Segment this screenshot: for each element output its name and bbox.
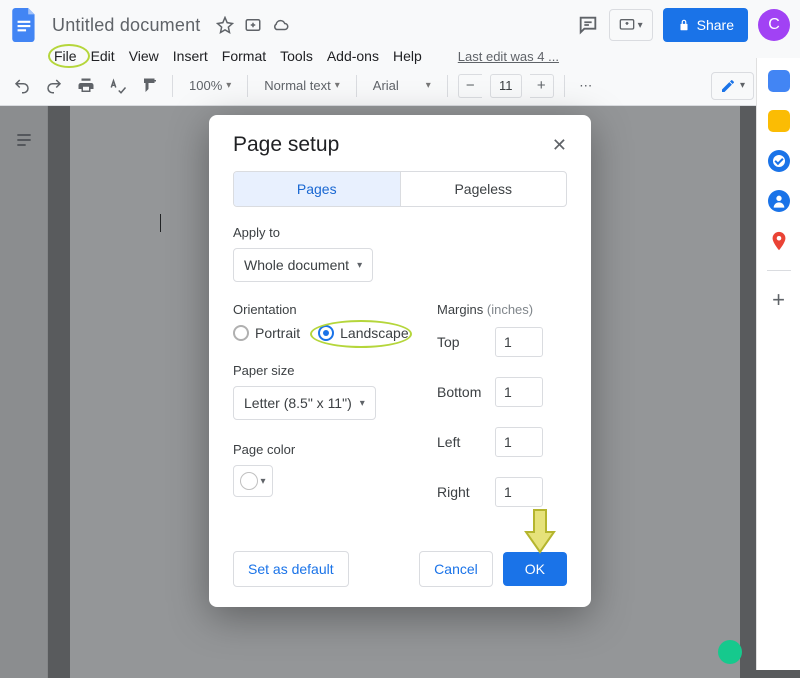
title-bar: Untitled document ▾ Share C — [0, 0, 800, 44]
move-icon[interactable] — [244, 16, 262, 34]
menu-file[interactable]: File — [54, 48, 77, 64]
redo-icon[interactable] — [42, 74, 66, 98]
margin-left-input[interactable] — [495, 427, 543, 457]
apply-to-dropdown[interactable]: Whole document▾ — [233, 248, 373, 282]
menu-insert[interactable]: Insert — [173, 48, 208, 64]
separator — [564, 75, 565, 97]
radio-landscape-label: Landscape — [340, 325, 409, 341]
present-dropdown-button[interactable]: ▾ — [609, 9, 653, 41]
comments-icon[interactable] — [577, 14, 599, 36]
close-icon[interactable]: ✕ — [552, 135, 567, 156]
paper-size-value: Letter (8.5" x 11") — [244, 395, 352, 411]
separator — [356, 75, 357, 97]
paper-size-label: Paper size — [233, 363, 417, 378]
page-color-dropdown[interactable]: ▾ — [233, 465, 273, 497]
separator — [247, 75, 248, 97]
style-value: Normal text — [264, 78, 330, 93]
margin-bottom-input[interactable] — [495, 377, 543, 407]
margin-bottom-label: Bottom — [437, 384, 495, 400]
page-setup-dialog: Page setup ✕ Pages Pageless Apply to Who… — [209, 115, 591, 607]
paper-size-dropdown[interactable]: Letter (8.5" x 11")▾ — [233, 386, 376, 420]
zoom-dropdown[interactable]: 100%▾ — [183, 78, 237, 93]
margin-top-label: Top — [437, 334, 495, 350]
orientation-label: Orientation — [233, 302, 417, 317]
calendar-addon-icon[interactable] — [768, 70, 790, 92]
radio-portrait[interactable]: Portrait — [233, 325, 300, 341]
margin-right-label: Right — [437, 484, 495, 500]
separator — [447, 75, 448, 97]
font-dropdown[interactable]: Arial▾ — [367, 78, 437, 93]
menu-edit[interactable]: Edit — [91, 48, 115, 64]
menu-view[interactable]: View — [129, 48, 159, 64]
get-addons-icon[interactable]: + — [768, 289, 790, 311]
cloud-status-icon[interactable] — [272, 16, 290, 34]
tab-pageless[interactable]: Pageless — [400, 172, 567, 206]
menu-tools[interactable]: Tools — [280, 48, 313, 64]
style-dropdown[interactable]: Normal text▾ — [258, 78, 346, 93]
set-as-default-button[interactable]: Set as default — [233, 551, 349, 587]
sidepanel-separator — [767, 270, 791, 271]
font-size-input[interactable]: 11 — [490, 74, 522, 98]
color-swatch-icon — [240, 472, 258, 490]
grammarly-badge-icon[interactable] — [718, 640, 742, 664]
page-color-label: Page color — [233, 442, 417, 457]
menu-bar: File Edit View Insert Format Tools Add-o… — [0, 44, 800, 66]
dialog-title: Page setup — [233, 133, 339, 157]
menu-addons[interactable]: Add-ons — [327, 48, 379, 64]
font-value: Arial — [373, 78, 399, 93]
star-icon[interactable] — [216, 16, 234, 34]
share-label: Share — [697, 17, 734, 33]
toolbar: 100%▾ Normal text▾ Arial▾ − 11 + ⋯ ▾ — [0, 66, 800, 106]
cancel-button[interactable]: Cancel — [419, 551, 493, 587]
radio-landscape[interactable]: Landscape — [318, 325, 409, 341]
spellcheck-icon[interactable] — [106, 74, 130, 98]
separator — [172, 75, 173, 97]
font-size-increase-button[interactable]: + — [530, 74, 554, 98]
paint-format-icon[interactable] — [138, 74, 162, 98]
account-avatar[interactable]: C — [758, 9, 790, 41]
document-title[interactable]: Untitled document — [48, 15, 200, 36]
margin-left-label: Left — [437, 434, 495, 450]
margins-label: Margins (inches) — [437, 302, 567, 317]
menu-help[interactable]: Help — [393, 48, 422, 64]
undo-icon[interactable] — [10, 74, 34, 98]
tasks-addon-icon[interactable] — [768, 150, 790, 172]
ok-button[interactable]: OK — [503, 552, 567, 586]
radio-portrait-label: Portrait — [255, 325, 300, 341]
contacts-addon-icon[interactable] — [768, 190, 790, 212]
margin-right-input[interactable] — [495, 477, 543, 507]
apply-to-label: Apply to — [233, 225, 567, 240]
maps-addon-icon[interactable] — [768, 230, 790, 252]
side-panel: + — [756, 58, 800, 670]
keep-addon-icon[interactable] — [768, 110, 790, 132]
share-button[interactable]: Share — [663, 8, 748, 42]
more-icon[interactable]: ⋯ — [575, 74, 599, 98]
docs-app-icon[interactable] — [10, 6, 40, 44]
menu-format[interactable]: Format — [222, 48, 266, 64]
zoom-value: 100% — [189, 78, 222, 93]
font-size-decrease-button[interactable]: − — [458, 74, 482, 98]
tab-pages[interactable]: Pages — [234, 172, 400, 206]
apply-to-value: Whole document — [244, 257, 349, 273]
print-icon[interactable] — [74, 74, 98, 98]
last-edit-link[interactable]: Last edit was 4 ... — [458, 49, 559, 64]
margin-top-input[interactable] — [495, 327, 543, 357]
editing-mode-dropdown[interactable]: ▾ — [711, 72, 754, 100]
dialog-tabs: Pages Pageless — [233, 171, 567, 207]
title-tools — [216, 16, 290, 34]
